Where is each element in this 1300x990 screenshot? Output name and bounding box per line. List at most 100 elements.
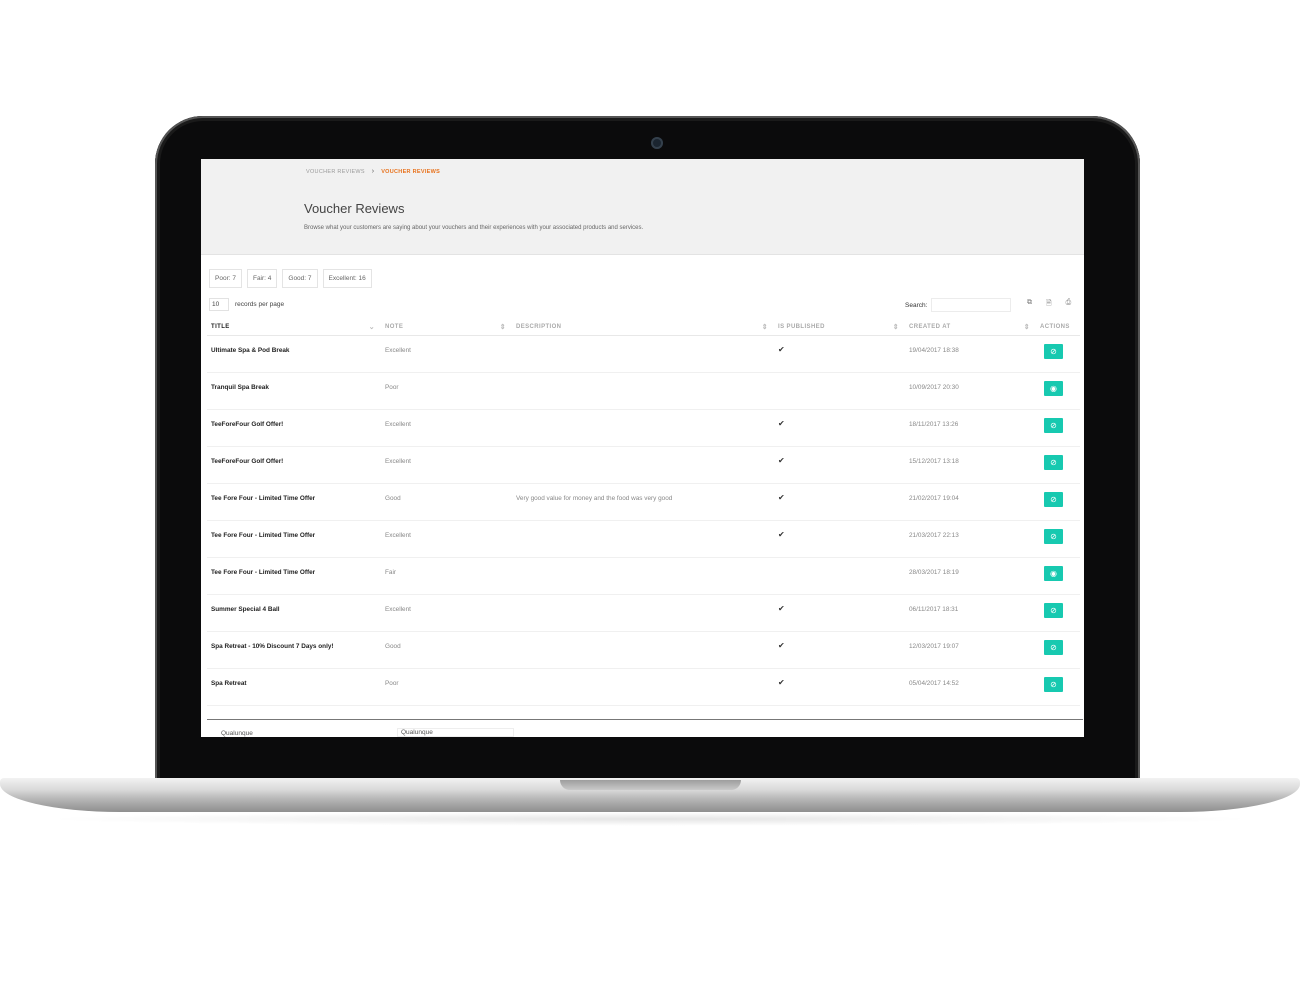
table-row: Spa Retreat Poor ✔ 05/04/2017 14:52 ⊘: [207, 668, 1080, 706]
search-area: Search:: [905, 298, 1012, 312]
column-is-published[interactable]: IS PUBLISHED ⇕: [774, 319, 905, 336]
view-eye-icon[interactable]: ◉: [1044, 381, 1063, 396]
row-description: [512, 520, 774, 558]
filter-fair[interactable]: Fair: 4: [246, 269, 278, 288]
records-per-page-select[interactable]: 10: [209, 298, 229, 311]
table-row: Ultimate Spa & Pod Break Excellent ✔ 19/04/…: [207, 335, 1080, 373]
column-actions: ACTIONS: [1036, 319, 1080, 336]
column-description[interactable]: DESCRIPTION ⇕: [512, 319, 774, 336]
row-title: Tee Fore Four - Limited Time Offer: [207, 483, 381, 521]
unpublish-icon[interactable]: ⊘: [1044, 529, 1063, 544]
unpublish-icon[interactable]: ⊘: [1044, 492, 1063, 507]
published-check-icon: ✔: [774, 446, 905, 484]
row-note: Fair: [381, 557, 512, 595]
reviews-table: TITLE ⌄ NOTE ⇕ DESCRIPTION ⇕ IS PUBLISHED ⇕ …: [207, 319, 1080, 706]
row-created-at: 21/03/2017 22:13: [905, 520, 1036, 558]
unpublish-icon[interactable]: ⊘: [1044, 603, 1063, 618]
column-created-at[interactable]: CREATED AT ⇕: [905, 319, 1036, 336]
row-actions: ⊘: [1036, 335, 1080, 373]
row-title: TeeForeFour Golf Offer!: [207, 409, 381, 447]
unpublish-icon[interactable]: ⊘: [1044, 344, 1063, 359]
search-label: Search:: [905, 301, 928, 309]
unpublish-icon[interactable]: ⊘: [1044, 677, 1063, 692]
page-subtitle: Browse what your customers are saying ab…: [304, 225, 644, 231]
row-actions: ⊘: [1036, 594, 1080, 632]
row-note: Excellent: [381, 594, 512, 632]
laptop-shadow: [40, 812, 1260, 826]
csv-icon[interactable]: 🗎: [1046, 299, 1052, 310]
row-title: TeeForeFour Golf Offer!: [207, 446, 381, 484]
row-description: Very good value for money and the food w…: [512, 483, 774, 521]
sort-icon: ⇕: [892, 324, 899, 331]
row-description: [512, 335, 774, 373]
row-title: Tee Fore Four - Limited Time Offer: [207, 520, 381, 558]
records-per-page: 10 records per page: [209, 298, 284, 311]
column-title[interactable]: TITLE ⌄: [207, 319, 381, 336]
row-created-at: 10/09/2017 20:30: [905, 372, 1036, 410]
row-note: Good: [381, 483, 512, 521]
footer-filter-note[interactable]: Qualunque: [397, 728, 514, 737]
webcam-icon: [651, 137, 663, 149]
breadcrumb: VOUCHER REVIEWS › VOUCHER REVIEWS: [306, 168, 440, 175]
row-actions: ◉: [1036, 557, 1080, 595]
row-title: Ultimate Spa & Pod Break: [207, 335, 381, 373]
print-icon[interactable]: ⎙: [1066, 299, 1072, 310]
row-actions: ⊘: [1036, 483, 1080, 521]
row-actions: ⊘: [1036, 631, 1080, 669]
table-row: Tranquil Spa Break Poor 10/09/2017 20:30 ◉: [207, 372, 1080, 410]
row-title: Tee Fore Four - Limited Time Offer: [207, 557, 381, 595]
row-created-at: 15/12/2017 13:18: [905, 446, 1036, 484]
row-note: Excellent: [381, 409, 512, 447]
breadcrumb-separator-icon: ›: [371, 168, 375, 175]
unpublish-icon[interactable]: ⊘: [1044, 640, 1063, 655]
row-actions: ⊘: [1036, 409, 1080, 447]
row-actions: ◉: [1036, 372, 1080, 410]
sort-icon: ⇕: [761, 324, 768, 331]
filter-good[interactable]: Good: 7: [282, 269, 318, 288]
published-check-icon: [774, 372, 905, 410]
breadcrumb-parent[interactable]: VOUCHER REVIEWS: [306, 169, 365, 175]
row-title: Summer Special 4 Ball: [207, 594, 381, 632]
row-created-at: 21/02/2017 19:04: [905, 483, 1036, 521]
copy-icon[interactable]: ⧉: [1027, 299, 1032, 310]
row-description: [512, 594, 774, 632]
unpublish-icon[interactable]: ⊘: [1044, 418, 1063, 433]
row-title: Tranquil Spa Break: [207, 372, 381, 410]
row-description: [512, 557, 774, 595]
row-note: Excellent: [381, 520, 512, 558]
rating-filters: Poor: 7 Fair: 4 Good: 7 Excellent: 16: [209, 269, 372, 288]
row-created-at: 05/04/2017 14:52: [905, 668, 1036, 706]
published-check-icon: ✔: [774, 668, 905, 706]
row-description: [512, 409, 774, 447]
export-toolbar: ⧉ 🗎 ⎙: [1027, 299, 1071, 310]
table-row: Tee Fore Four - Limited Time Offer Fair 28…: [207, 557, 1080, 595]
laptop-notch: [560, 780, 741, 790]
row-note: Poor: [381, 668, 512, 706]
search-input[interactable]: [931, 298, 1012, 312]
row-note: Excellent: [381, 446, 512, 484]
filter-excellent[interactable]: Excellent: 16: [322, 269, 372, 288]
published-check-icon: ✔: [774, 483, 905, 521]
row-created-at: 19/04/2017 18:38: [905, 335, 1036, 373]
footer-filter-title[interactable]: Qualunque: [221, 730, 253, 737]
column-note[interactable]: NOTE ⇕: [381, 319, 512, 336]
row-actions: ⊘: [1036, 520, 1080, 558]
sort-desc-icon: ⌄: [368, 324, 375, 331]
unpublish-icon[interactable]: ⊘: [1044, 455, 1063, 470]
table-row: Spa Retreat - 10% Discount 7 Days only! G…: [207, 631, 1080, 669]
table-row: TeeForeFour Golf Offer! Excellent ✔ 18/11/2…: [207, 409, 1080, 447]
row-description: [512, 668, 774, 706]
row-title: Spa Retreat - 10% Discount 7 Days only!: [207, 631, 381, 669]
published-check-icon: ✔: [774, 520, 905, 558]
row-created-at: 18/11/2017 13:26: [905, 409, 1036, 447]
row-actions: ⊘: [1036, 446, 1080, 484]
row-actions: ⊘: [1036, 668, 1080, 706]
breadcrumb-current: VOUCHER REVIEWS: [381, 169, 441, 175]
published-check-icon: ✔: [774, 594, 905, 632]
table-row: Tee Fore Four - Limited Time Offer Good Ve…: [207, 483, 1080, 521]
view-eye-icon[interactable]: ◉: [1044, 566, 1063, 581]
filter-poor[interactable]: Poor: 7: [209, 269, 242, 288]
published-check-icon: ✔: [774, 409, 905, 447]
published-check-icon: ✔: [774, 335, 905, 373]
published-check-icon: ✔: [774, 631, 905, 669]
